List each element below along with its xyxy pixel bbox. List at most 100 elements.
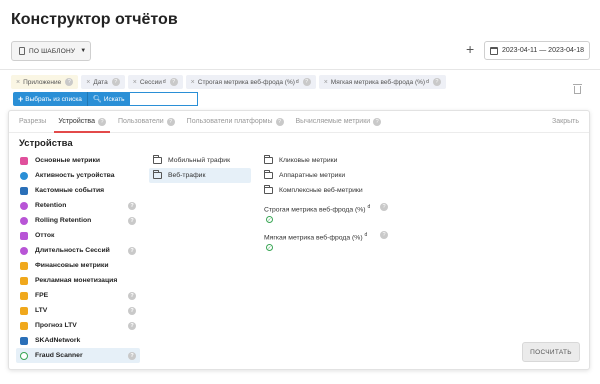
- remove-icon[interactable]: ×: [86, 79, 90, 86]
- help-icon[interactable]: ?: [128, 216, 136, 225]
- chip-soft-fraud[interactable]: × Мягкая метрика веб-фрода (%) d ?: [318, 75, 446, 89]
- metric-group-item-selected[interactable]: Fraud Scanner?: [16, 348, 140, 363]
- toolbar-divider: [0, 69, 600, 70]
- folder-item-selected[interactable]: Веб-трафик: [149, 168, 251, 183]
- folder-list: Мобильный трафик Веб-трафик: [149, 153, 251, 183]
- chip-sessions[interactable]: × Сессии d ?: [127, 75, 183, 89]
- tab-calculated-metrics[interactable]: Вычисляемые метрики ?: [296, 111, 382, 133]
- help-icon[interactable]: ?: [97, 117, 106, 126]
- metric-group-item[interactable]: Rolling Retention?: [16, 213, 140, 228]
- metric-group-label: Основные метрики: [35, 157, 101, 164]
- remove-icon[interactable]: ×: [133, 79, 137, 86]
- help-icon[interactable]: ?: [111, 78, 120, 86]
- metric-group-label: Активность устройства: [35, 172, 115, 179]
- subfolder-item[interactable]: Аппаратные метрики: [264, 168, 394, 183]
- remove-icon[interactable]: ×: [191, 79, 195, 86]
- metric-group-item[interactable]: FPE?: [16, 288, 140, 303]
- chip-label: Строгая метрика веб-фрода (%): [197, 78, 295, 86]
- help-icon[interactable]: ?: [128, 291, 136, 300]
- metric-group-item[interactable]: Финансовые метрики: [16, 258, 140, 273]
- check-icon: ✓: [266, 215, 273, 223]
- metric-groups-list: Основные метрики Активность устройства К…: [16, 153, 140, 363]
- folder-icon: [153, 170, 162, 179]
- date-range-picker[interactable]: 2023-04-11 — 2023-04-18: [484, 41, 590, 60]
- search-label: Искать: [103, 95, 125, 103]
- tab-label: Разрезы: [19, 118, 47, 125]
- metric-group-label: Retention: [35, 202, 67, 209]
- clock-icon: [20, 246, 28, 255]
- folder-icon: [264, 170, 273, 179]
- subfolder-item[interactable]: Комплексные веб-метрики: [264, 183, 394, 198]
- metric-group-item[interactable]: Рекламная монетизация: [16, 273, 140, 288]
- metric-group-item[interactable]: Активность устройства: [16, 168, 140, 183]
- chip-sup: d: [162, 79, 166, 85]
- metric-group-item[interactable]: Длительность Сессий?: [16, 243, 140, 258]
- chip-app[interactable]: × Приложение ?: [11, 75, 79, 89]
- metric-group-item[interactable]: Основные метрики: [16, 153, 140, 168]
- metric-group-label: Fraud Scanner: [35, 352, 83, 359]
- help-icon[interactable]: ?: [128, 306, 136, 315]
- metric-picker-panel: Разрезы Устройства ? Пользователи ? Поль…: [8, 110, 590, 370]
- shield-icon: [20, 351, 28, 360]
- metric-group-label: LTV: [35, 307, 48, 314]
- calendar-icon: [490, 46, 498, 55]
- template-dropdown-button[interactable]: ПО ШАБЛОНУ ▼: [11, 41, 91, 61]
- help-icon[interactable]: ?: [166, 117, 175, 126]
- tab-platform-users[interactable]: Пользователи платформы ?: [187, 111, 284, 133]
- help-icon[interactable]: ?: [128, 321, 136, 330]
- tab-dimensions[interactable]: Разрезы: [19, 111, 46, 133]
- forecast-icon: [20, 321, 28, 330]
- search-button[interactable]: 🔍︎ Искать: [87, 92, 130, 106]
- date-range-text: 2023-04-11 — 2023-04-18: [502, 47, 584, 54]
- metric-group-item[interactable]: Кастомные события: [16, 183, 140, 198]
- churn-icon: [20, 231, 28, 240]
- help-icon[interactable]: ?: [380, 231, 388, 240]
- help-icon[interactable]: ?: [128, 201, 136, 210]
- template-label: ПО ШАБЛОНУ: [29, 47, 76, 55]
- tab-users[interactable]: Пользователи ?: [118, 111, 175, 133]
- remove-icon[interactable]: ×: [16, 79, 20, 86]
- search-input[interactable]: [129, 92, 198, 106]
- tab-devices[interactable]: Устройства ?: [54, 111, 110, 133]
- section-title: Устройства: [19, 138, 73, 149]
- metric-group-item[interactable]: LTV?: [16, 303, 140, 318]
- help-icon[interactable]: ?: [380, 203, 388, 211]
- metric-group-item[interactable]: SKAdNetwork: [16, 333, 140, 348]
- folder-icon: [264, 185, 273, 194]
- chip-strict-fraud[interactable]: × Строгая метрика веб-фрода (%) d ?: [185, 75, 316, 89]
- subfolder-item[interactable]: Кликовые метрики: [264, 153, 394, 168]
- help-icon[interactable]: ?: [373, 117, 382, 126]
- pick-from-list-button[interactable]: + Выбрать из списка: [13, 92, 88, 106]
- metric-group-item[interactable]: Прогноз LTV?: [16, 318, 140, 333]
- help-icon[interactable]: ?: [169, 78, 178, 86]
- chip-label: Дата: [93, 78, 108, 86]
- folder-item[interactable]: Мобильный трафик: [149, 153, 251, 168]
- remove-icon[interactable]: ×: [324, 79, 328, 86]
- metric-group-label: Прогноз LTV: [35, 322, 77, 329]
- fpe-icon: [20, 291, 28, 300]
- chip-label: Мягкая метрика веб-фрода (%): [330, 78, 426, 86]
- caret-down-icon: ▼: [80, 48, 87, 54]
- chip-label: Приложение: [23, 78, 62, 86]
- trash-icon[interactable]: [573, 84, 582, 94]
- metric-item[interactable]: Строгая метрика веб-фрода (%) d ✓ ?: [264, 202, 388, 225]
- subfolder-label: Аппаратные метрики: [279, 172, 346, 179]
- rolling-retention-icon: [20, 216, 28, 225]
- tab-label: Пользователи платформы: [186, 118, 273, 125]
- help-icon[interactable]: ?: [432, 78, 441, 86]
- help-icon[interactable]: ?: [128, 351, 136, 360]
- chip-sup: d: [426, 79, 429, 85]
- metric-group-item[interactable]: Отток: [16, 228, 140, 243]
- metric-item[interactable]: Мягкая метрика веб-фрода (%) d ✓ ?: [264, 230, 388, 253]
- page-title: Конструктор отчётов: [11, 11, 178, 28]
- help-icon[interactable]: ?: [128, 246, 136, 255]
- calculate-button[interactable]: ПОСЧИТАТЬ: [522, 342, 580, 362]
- metric-group-label: Rolling Retention: [35, 217, 92, 224]
- add-button[interactable]: +: [466, 42, 474, 56]
- help-icon[interactable]: ?: [65, 78, 74, 86]
- help-icon[interactable]: ?: [275, 117, 284, 126]
- help-icon[interactable]: ?: [302, 78, 311, 86]
- close-button[interactable]: Закрыть: [552, 118, 579, 125]
- metric-group-item[interactable]: Retention?: [16, 198, 140, 213]
- chip-date[interactable]: × Дата ?: [81, 75, 125, 89]
